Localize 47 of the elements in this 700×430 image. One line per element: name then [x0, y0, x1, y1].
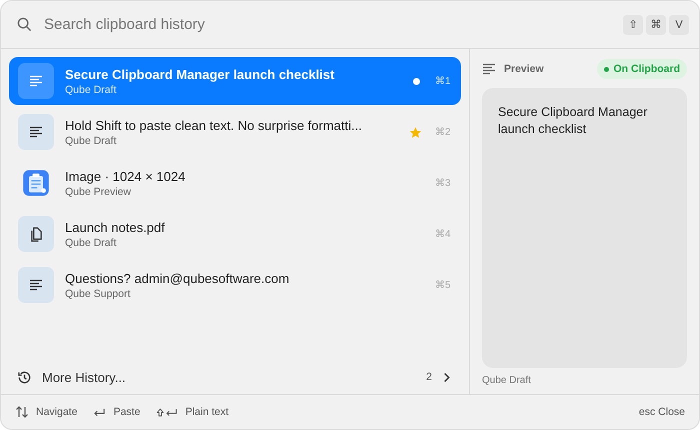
hint-label: Navigate [36, 406, 78, 418]
history-icon [17, 370, 32, 384]
history-item[interactable]: Questions? admin@qubesoftware.com Qube Support ⌘5 [9, 261, 461, 309]
history-count: 2 [426, 371, 432, 383]
shortcut-label: ⌘5 [435, 279, 451, 291]
hint-label: Paste [113, 406, 140, 418]
shift-return-icon [156, 406, 178, 418]
text-lines-icon [29, 75, 43, 87]
text-lines-icon [29, 279, 43, 291]
item-title: Launch notes.pdf [65, 220, 166, 234]
return-icon [93, 406, 106, 418]
clipboard-image-icon [22, 169, 50, 197]
more-history-row[interactable]: More History... 2 [1, 360, 469, 394]
search-field[interactable]: Search clipboard history [42, 15, 613, 34]
key-cap: ⇧ [623, 14, 643, 34]
item-source: Qube Support [65, 288, 132, 300]
history-item[interactable]: Hold Shift to paste clean text. No surprise formatti... Qube Draft ⌘2 [9, 108, 461, 156]
preview-label: Preview [504, 63, 545, 75]
chevron-right-icon [442, 372, 451, 382]
item-title: Hold Shift to paste clean text. No surprise formatti... [65, 118, 363, 132]
item-title: Questions? admin@qubesoftware.com [65, 270, 290, 286]
text-lines-icon [29, 126, 43, 138]
status-badge: On Clipboard [596, 59, 687, 79]
history-item[interactable]: Launch notes.pdf Qube Draft ⌘4 [9, 210, 461, 258]
more-history-label: More History... [42, 370, 127, 384]
item-source: Qube Draft [65, 236, 118, 248]
close-hint: esc Close [638, 406, 685, 418]
key-cap: V [669, 14, 689, 34]
search-icon [17, 17, 32, 32]
key-cap: ⌘ [646, 14, 666, 34]
preview-text: Secure Clipboard Manager launch checklist [498, 104, 648, 138]
shortcut-label: ⌘2 [435, 126, 451, 138]
item-title: Image · 1024 × 1024 [65, 168, 186, 184]
shortcut-label: ⌘3 [435, 177, 451, 189]
history-item[interactable]: Image · 1024 × 1024 Qube Preview ⌘3 [9, 159, 461, 207]
hint-label: Plain text [185, 406, 229, 418]
item-source: Qube Preview [65, 186, 132, 198]
shortcut-label: ⌘4 [435, 228, 451, 240]
documents-icon [28, 226, 44, 242]
item-title: Secure Clipboard Manager launch checklist [65, 66, 336, 82]
preview-source: Qube Draft [482, 375, 532, 386]
item-source: Qube Draft [65, 84, 118, 96]
item-source: Qube Draft [65, 134, 118, 146]
up-down-arrows-icon [15, 406, 29, 418]
shortcut-label: ⌘1 [435, 75, 451, 87]
history-item[interactable]: Secure Clipboard Manager launch checklist Qube Draft ⌘1 [9, 57, 461, 105]
text-lines-icon [482, 63, 496, 75]
